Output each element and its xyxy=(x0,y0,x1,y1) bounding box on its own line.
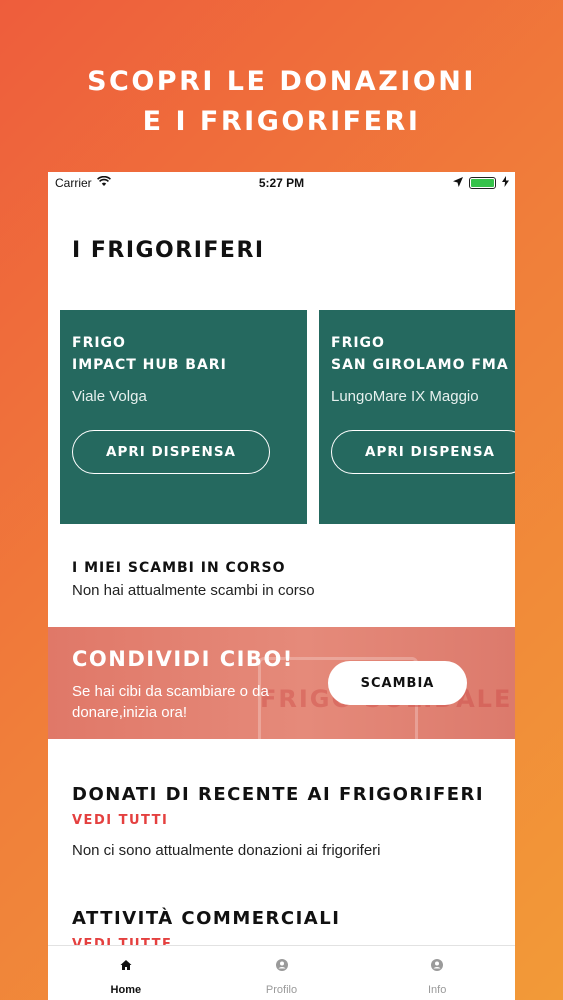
info-icon xyxy=(430,958,444,975)
exchange-button[interactable]: SCAMBIA xyxy=(328,661,467,705)
fridge-card-name: SAN GIROLAMO FMA xyxy=(331,357,509,373)
fridge-card-label: FRIGO xyxy=(72,335,126,351)
fridge-card-2[interactable]: FRIGO SAN GIROLAMO FMA LungoMare IX Magg… xyxy=(319,310,515,524)
charging-bolt-icon xyxy=(502,176,509,190)
fridge-card-name: IMPACT HUB BARI xyxy=(72,357,227,373)
exchanges-empty-text: Non hai attualmente scambi in corso xyxy=(72,582,315,599)
open-pantry-button[interactable]: APRI DISPENSA xyxy=(72,430,270,474)
profile-icon xyxy=(275,958,289,975)
promo-headline: SCOPRI LE DONAZIONI E I FRIGORIFERI xyxy=(0,62,563,142)
tab-info[interactable]: Info xyxy=(359,946,515,1000)
tab-label: Info xyxy=(428,984,447,996)
open-pantry-button[interactable]: APRI DISPENSA xyxy=(331,430,515,474)
promo-line-1: SCOPRI LE DONAZIONI xyxy=(87,66,476,97)
phone-screen: Carrier 5:27 PM I FRIGORIFERI FRIGO IMPA… xyxy=(48,172,515,1000)
fridge-card-label: FRIGO xyxy=(331,335,385,351)
clock: 5:27 PM xyxy=(258,176,305,190)
fridges-title: I FRIGORIFERI xyxy=(72,238,265,263)
location-arrow-icon xyxy=(453,176,463,190)
tab-home[interactable]: Home xyxy=(48,946,204,1000)
share-banner-text: Se hai cibi da scambiare o da donare,ini… xyxy=(72,683,269,721)
share-food-banner: FRIGO SOLIDALE CONDIVIDI CIBO! Se hai ci… xyxy=(48,627,515,739)
fridge-card-address: LungoMare IX Maggio xyxy=(331,388,479,405)
fridge-card-address: Viale Volga xyxy=(72,388,147,405)
share-banner-title: CONDIVIDI CIBO! xyxy=(72,647,294,671)
tab-label: Profilo xyxy=(265,984,298,996)
home-icon xyxy=(119,958,133,975)
tab-label: Home xyxy=(110,984,142,996)
fridge-carousel[interactable]: FRIGO IMPACT HUB BARI Viale Volga APRI D… xyxy=(60,310,515,524)
exchanges-section: I MIEI SCAMBI IN CORSO Non hai attualmen… xyxy=(72,560,315,599)
tab-profile[interactable]: Profilo xyxy=(204,946,360,1000)
tab-bar: Home Profilo Info xyxy=(48,945,515,1000)
exchanges-title: I MIEI SCAMBI IN CORSO xyxy=(72,560,286,576)
fridge-card-1[interactable]: FRIGO IMPACT HUB BARI Viale Volga APRI D… xyxy=(60,310,307,524)
recent-donations-empty-text: Non ci sono attualmente donazioni ai fri… xyxy=(72,842,381,859)
promo-line-2: E I FRIGORIFERI xyxy=(142,106,421,137)
battery-icon xyxy=(469,177,496,189)
status-right-group xyxy=(453,176,509,190)
see-all-donations-link[interactable]: VEDI TUTTI xyxy=(72,813,484,828)
recent-donations-section: DONATI DI RECENTE AI FRIGORIFERI VEDI TU… xyxy=(72,784,484,859)
commercial-title: ATTIVITÀ COMMERCIALI xyxy=(72,908,341,929)
status-bar: Carrier 5:27 PM xyxy=(48,172,515,194)
recent-donations-title: DONATI DI RECENTE AI FRIGORIFERI xyxy=(72,784,485,805)
